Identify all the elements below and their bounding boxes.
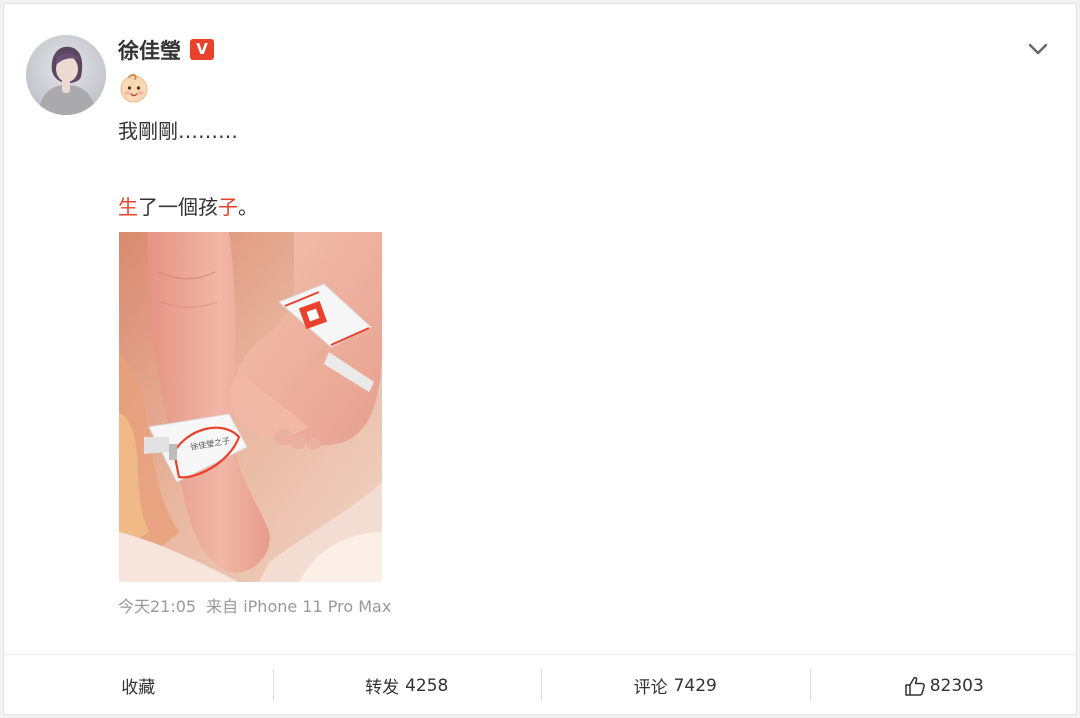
avatar-image bbox=[26, 35, 106, 115]
baby-face-emoji-icon bbox=[118, 72, 150, 104]
repost-label: 转发 bbox=[365, 678, 400, 698]
favorite-label: 收藏 bbox=[121, 678, 156, 698]
repost-button[interactable]: 转发 4258 bbox=[272, 655, 542, 716]
post-photo[interactable]: 徐佳瑩之子 bbox=[119, 232, 382, 582]
post-time[interactable]: 今天21:05 bbox=[118, 597, 196, 616]
verified-badge-icon: V bbox=[190, 39, 214, 60]
post-text-line2: 生了一個孩子。 bbox=[118, 193, 258, 221]
weibo-post-card: 徐佳瑩 V 我剛剛……… 生了一個孩子。 徐佳瑩之子 今天21:05 来自 iP… bbox=[3, 3, 1078, 716]
post-meta: 今天21:05 来自 iPhone 11 Pro Max bbox=[118, 596, 391, 618]
comment-button[interactable]: 评论 7429 bbox=[541, 655, 810, 716]
newborn-feet-photo: 徐佳瑩之子 bbox=[119, 232, 382, 582]
post-source[interactable]: 来自 iPhone 11 Pro Max bbox=[206, 597, 391, 616]
avatar[interactable] bbox=[26, 35, 106, 115]
favorite-button[interactable]: 收藏 bbox=[4, 655, 273, 716]
comment-label: 评论 bbox=[633, 678, 668, 698]
post-text-red-2: 子 bbox=[218, 195, 238, 219]
action-bar: 收藏 转发 4258 评论 7429 82303 bbox=[4, 654, 1078, 716]
post-text-red-1: 生 bbox=[118, 195, 138, 219]
thumbs-up-icon bbox=[904, 676, 925, 696]
post-text-line1: 我剛剛……… bbox=[118, 119, 238, 143]
comment-count: 7429 bbox=[673, 675, 717, 696]
repost-count: 4258 bbox=[405, 675, 449, 696]
post-text-period: 。 bbox=[238, 195, 258, 219]
username[interactable]: 徐佳瑩 bbox=[118, 38, 181, 64]
post-text-middle: 了一個孩 bbox=[138, 195, 218, 219]
like-button[interactable]: 82303 bbox=[809, 655, 1079, 716]
like-count: 82303 bbox=[929, 675, 984, 696]
chevron-down-icon[interactable] bbox=[1026, 40, 1050, 58]
